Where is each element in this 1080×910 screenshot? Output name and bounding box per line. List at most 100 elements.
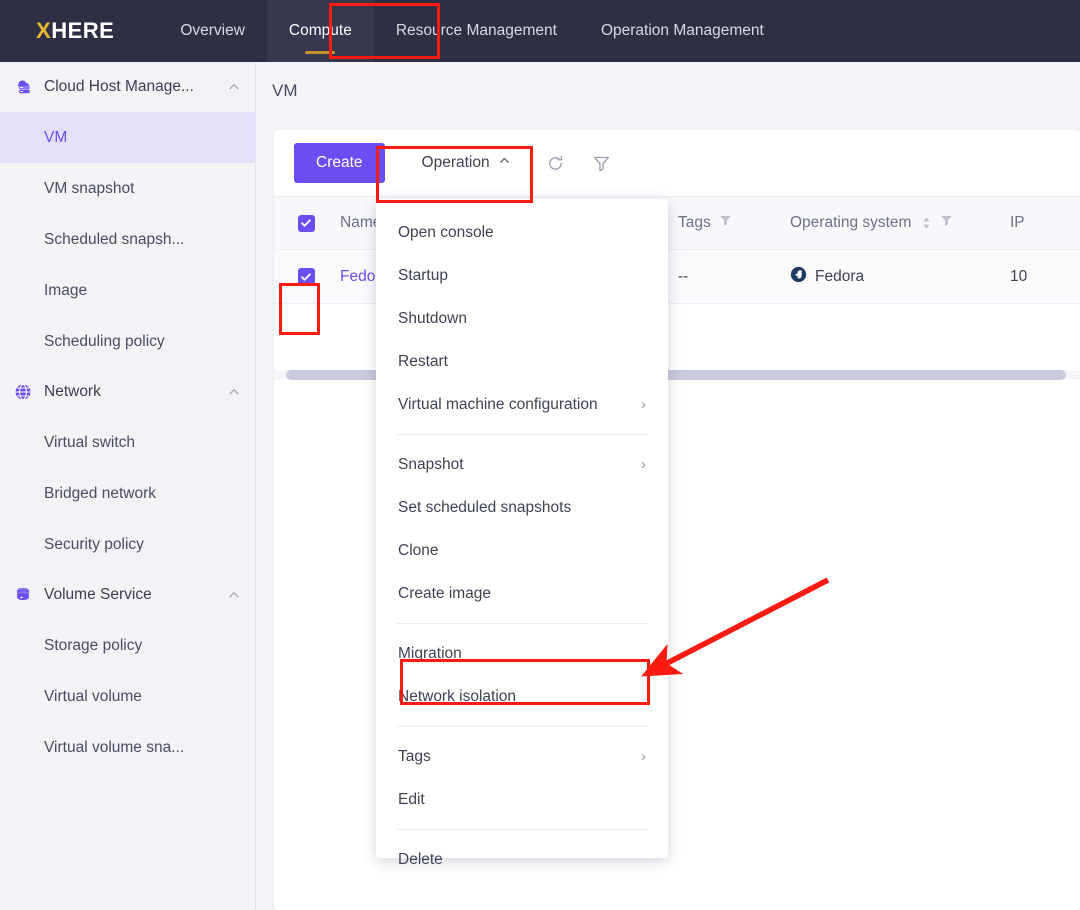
cell-operating-system-value: Fedora: [815, 267, 865, 285]
menu-item-shutdown[interactable]: Shutdown: [376, 297, 668, 340]
menu-item-open-console[interactable]: Open console: [376, 211, 668, 254]
cloud-server-icon: [12, 76, 34, 98]
menu-item-virtual-machine-configuration[interactable]: Virtual machine configuration ›: [376, 383, 668, 426]
sidebar-item-virtual-switch[interactable]: Virtual switch: [0, 417, 255, 468]
nav-tab-list: Overview Compute Resource Management Ope…: [158, 0, 786, 62]
column-header-tags[interactable]: Tags: [678, 214, 790, 232]
brand-logo: X HERE: [36, 18, 114, 44]
menu-item-migration[interactable]: Migration: [376, 632, 668, 675]
column-header-tags-label: Tags: [678, 214, 711, 231]
operation-button[interactable]: Operation: [406, 143, 526, 183]
column-header-ip[interactable]: IP: [1010, 214, 1080, 232]
refresh-icon[interactable]: [540, 147, 572, 179]
sidebar-item-security-policy[interactable]: Security policy: [0, 519, 255, 570]
sort-icon[interactable]: [921, 216, 932, 230]
menu-item-clone[interactable]: Clone: [376, 529, 668, 572]
menu-item-restart[interactable]: Restart: [376, 340, 668, 383]
cell-operating-system: Fedora: [790, 266, 1010, 288]
nav-tab-overview[interactable]: Overview: [158, 0, 267, 62]
sidebar-item-virtual-volume[interactable]: Virtual volume: [0, 671, 255, 722]
menu-item-restart-label: Restart: [398, 352, 448, 370]
breadcrumb: VM: [256, 62, 1080, 120]
filter-icon[interactable]: [586, 147, 618, 179]
sidebar-item-image-label: Image: [44, 281, 88, 299]
menu-item-tags-label: Tags: [398, 747, 431, 765]
sidebar-item-image[interactable]: Image: [0, 265, 255, 316]
menu-separator: [396, 726, 648, 727]
table-toolbar: Create Operation: [274, 130, 1080, 196]
sidebar-group-volume-service-label: Volume Service: [44, 586, 152, 603]
cell-ip: 10: [1010, 268, 1080, 286]
menu-separator: [396, 829, 648, 830]
nav-tab-operation-management-label: Operation Management: [600, 22, 764, 39]
column-header-operating-system-label: Operating system: [790, 214, 912, 231]
sidebar-item-bridged-network[interactable]: Bridged network: [0, 468, 255, 519]
menu-item-network-isolation[interactable]: Network isolation: [376, 675, 668, 718]
operation-button-label: Operation: [421, 154, 490, 171]
select-all-checkbox[interactable]: [274, 214, 338, 232]
checkbox-checked-icon: [297, 214, 315, 232]
menu-item-open-console-label: Open console: [398, 223, 494, 241]
menu-item-delete[interactable]: Delete: [376, 838, 668, 881]
create-button[interactable]: Create: [294, 143, 385, 183]
cell-tags: --: [678, 268, 790, 286]
sidebar-item-vm-snapshot-label: VM snapshot: [44, 179, 135, 197]
sidebar-item-vm-label: VM: [44, 128, 68, 146]
nav-tab-resource-management-label: Resource Management: [395, 22, 557, 39]
chevron-up-icon: [498, 154, 511, 172]
column-header-operating-system[interactable]: Operating system: [790, 214, 1010, 232]
nav-tab-compute[interactable]: Compute: [266, 0, 374, 62]
sidebar-item-virtual-volume-snapshot-label: Virtual volume sna...: [44, 738, 185, 756]
sidebar-group-volume-service[interactable]: Volume Service: [0, 570, 255, 620]
menu-item-network-isolation-label: Network isolation: [398, 687, 517, 705]
sidebar-item-virtual-switch-label: Virtual switch: [44, 433, 136, 451]
chevron-right-icon: ›: [641, 456, 646, 473]
menu-item-snapshot[interactable]: Snapshot ›: [376, 443, 668, 486]
sidebar-group-network[interactable]: Network: [0, 367, 255, 417]
sidebar-item-storage-policy-label: Storage policy: [44, 636, 143, 654]
sidebar-item-virtual-volume-label: Virtual volume: [44, 687, 142, 705]
filter-icon[interactable]: [719, 214, 732, 232]
menu-item-startup-label: Startup: [398, 266, 448, 284]
brand-logo-x: X: [36, 18, 52, 43]
fedora-icon: [790, 266, 807, 288]
nav-tab-resource-management[interactable]: Resource Management: [374, 0, 579, 62]
menu-item-edit-label: Edit: [398, 790, 425, 808]
sidebar-item-virtual-volume-snapshot[interactable]: Virtual volume sna...: [0, 722, 255, 773]
cell-ip-value: 10: [1010, 267, 1028, 285]
menu-item-edit[interactable]: Edit: [376, 778, 668, 821]
chevron-up-icon: [227, 80, 241, 94]
sidebar-item-scheduled-snapshot[interactable]: Scheduled snapsh...: [0, 214, 255, 265]
sidebar-item-scheduled-snapshot-label: Scheduled snapsh...: [44, 230, 185, 248]
nav-tab-operation-management[interactable]: Operation Management: [579, 0, 786, 62]
sidebar-item-vm[interactable]: VM: [0, 112, 255, 163]
sidebar-group-cloud-host-management[interactable]: Cloud Host Manage...: [0, 62, 255, 112]
menu-separator: [396, 434, 648, 435]
operation-dropdown-menu: Open console Startup Shutdown Restart Vi…: [376, 199, 668, 868]
menu-item-clone-label: Clone: [398, 541, 439, 559]
checkbox-checked-icon: [297, 268, 315, 285]
menu-item-tags[interactable]: Tags ›: [376, 735, 668, 778]
menu-item-shutdown-label: Shutdown: [398, 309, 467, 327]
application-window: X HERE Overview Compute Resource Manageme…: [0, 0, 1080, 910]
sidebar: Cloud Host Manage... VM VM snapshot Sche…: [0, 62, 256, 910]
top-navigation-bar: X HERE Overview Compute Resource Manageme…: [0, 0, 1080, 62]
page-title: VM: [272, 81, 298, 100]
sidebar-item-scheduling-policy-label: Scheduling policy: [44, 332, 165, 350]
sidebar-item-bridged-network-label: Bridged network: [44, 484, 157, 502]
sidebar-item-vm-snapshot[interactable]: VM snapshot: [0, 163, 255, 214]
chevron-right-icon: ›: [641, 748, 646, 765]
sidebar-item-scheduling-policy[interactable]: Scheduling policy: [0, 316, 255, 367]
chevron-right-icon: ›: [641, 396, 646, 413]
menu-item-virtual-machine-configuration-label: Virtual machine configuration: [398, 395, 598, 413]
filter-icon[interactable]: [940, 214, 953, 232]
menu-item-set-scheduled-snapshots[interactable]: Set scheduled snapshots: [376, 486, 668, 529]
column-header-ip-label: IP: [1010, 214, 1025, 231]
menu-item-snapshot-label: Snapshot: [398, 455, 464, 473]
chevron-up-icon: [227, 385, 241, 399]
sidebar-item-storage-policy[interactable]: Storage policy: [0, 620, 255, 671]
menu-item-create-image[interactable]: Create image: [376, 572, 668, 615]
menu-item-delete-label: Delete: [398, 850, 443, 868]
row-checkbox[interactable]: [274, 268, 338, 285]
menu-item-startup[interactable]: Startup: [376, 254, 668, 297]
